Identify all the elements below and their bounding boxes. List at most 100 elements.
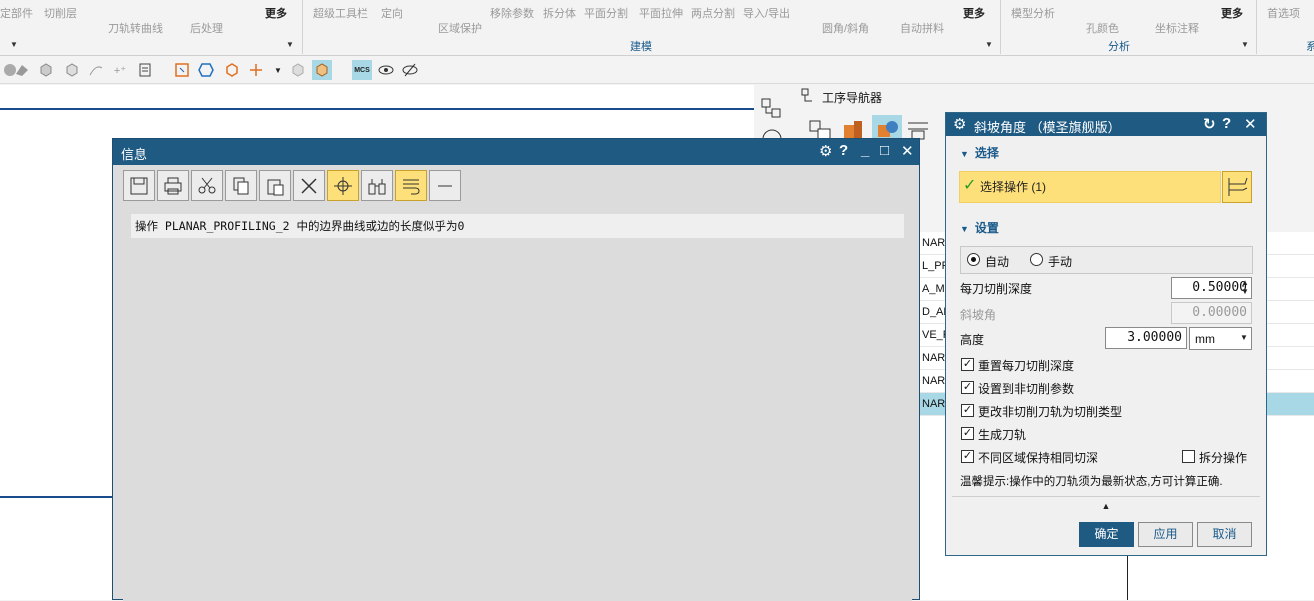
- section-header-settings[interactable]: ▼ 设置: [952, 217, 1260, 239]
- dialog-title-bar[interactable]: ⚙ 斜坡角度 （模圣旗舰版） ↻ ? ✕: [946, 113, 1266, 136]
- filter-icon[interactable]: [136, 60, 156, 80]
- select-operation-row[interactable]: ✓ 选择操作 (1): [959, 171, 1221, 203]
- caret-icon[interactable]: ▼: [1241, 40, 1249, 49]
- solid-icon[interactable]: [62, 60, 82, 80]
- select-operation-label: 选择操作 (1): [980, 180, 1047, 194]
- locate-icon[interactable]: [327, 170, 359, 201]
- divider: [302, 0, 303, 54]
- ribbon-item-postprocess[interactable]: 后处理: [190, 20, 223, 36]
- info-window: 信息 ⚙ ? _ □ ✕ 操作 PLANAR_PROFILING_2 中的边界曲…: [112, 138, 920, 601]
- cut-icon[interactable]: [191, 170, 223, 201]
- hexagon-icon[interactable]: [196, 60, 216, 80]
- radio-manual[interactable]: [1030, 253, 1043, 266]
- ribbon-item-coord-annotation[interactable]: 坐标注释: [1155, 20, 1199, 36]
- info-text-area[interactable]: [123, 238, 912, 601]
- close-icon[interactable]: ✕: [901, 142, 914, 160]
- more-button-1[interactable]: 更多: [265, 5, 287, 21]
- checkbox-split-op[interactable]: [1182, 450, 1195, 463]
- mcs-icon[interactable]: MCS: [352, 60, 372, 80]
- checkbox-change-type[interactable]: ✓: [961, 404, 974, 417]
- view-toolbar: +⁺ ▼ MCS: [0, 57, 1314, 84]
- caret-icon[interactable]: ▼: [286, 40, 294, 49]
- ribbon-item-model-analysis[interactable]: 模型分析: [1011, 5, 1055, 21]
- navigator-title: 工序导航器: [822, 91, 883, 105]
- ribbon-item-import-export[interactable]: 导入/导出: [743, 5, 790, 21]
- gear-icon[interactable]: ⚙: [953, 115, 966, 133]
- navigator-icon: [800, 87, 818, 108]
- select-operation-button[interactable]: [1222, 171, 1252, 203]
- save-icon[interactable]: [123, 170, 155, 201]
- angle-input: 0.00000: [1171, 302, 1252, 324]
- select-icon[interactable]: [172, 60, 192, 80]
- unit-select[interactable]: mm ▼: [1189, 327, 1252, 350]
- close-icon[interactable]: ✕: [1244, 115, 1257, 133]
- section-header-select[interactable]: ▼ 选择: [952, 142, 1260, 164]
- snap-icon[interactable]: [246, 60, 266, 80]
- more-button-2[interactable]: 更多: [963, 5, 985, 21]
- copy-icon[interactable]: [225, 170, 257, 201]
- collapse-arrow-icon[interactable]: ▲: [952, 496, 1260, 514]
- cube-orange-icon[interactable]: [222, 60, 242, 80]
- ribbon-item-split-body[interactable]: 拆分体: [543, 5, 576, 21]
- ribbon-item-orient[interactable]: 定向: [381, 5, 403, 21]
- checkbox-generate[interactable]: ✓: [961, 427, 974, 440]
- paste-icon[interactable]: [259, 170, 291, 201]
- apply-button[interactable]: 应用: [1138, 522, 1193, 547]
- check-label-split-op: 拆分操作: [1199, 451, 1248, 465]
- ok-button[interactable]: 确定: [1079, 522, 1134, 547]
- ribbon: 定部件 切削层 刀轨转曲线 后处理 更多 ▼ ▼ 超级工具栏 定向 区域保护 移…: [0, 0, 1314, 56]
- eye-icon[interactable]: [376, 60, 396, 80]
- help-icon[interactable]: ?: [839, 142, 848, 159]
- mode-radio-group: 自动 手动: [960, 246, 1253, 274]
- wire-icon[interactable]: [36, 60, 56, 80]
- eye-hide-icon[interactable]: [400, 60, 420, 80]
- checkbox-set-noncut[interactable]: ✓: [961, 381, 974, 394]
- check-label-same-depth: 不同区域保持相同切深: [978, 451, 1099, 465]
- chevron-down-icon[interactable]: ▼: [268, 60, 288, 80]
- ribbon-item-fillet-chamfer[interactable]: 圆角/斜角: [822, 20, 869, 36]
- ribbon-item-define-part[interactable]: 定部件: [0, 5, 33, 21]
- view-cube-icon[interactable]: [288, 60, 308, 80]
- geometry-line: [0, 108, 755, 110]
- ribbon-item-plane-extrude[interactable]: 平面拉伸: [639, 5, 683, 21]
- caret-icon[interactable]: ▼: [10, 40, 18, 49]
- checkbox-reset-depth[interactable]: ✓: [961, 358, 974, 371]
- check-label-reset-depth: 重置每刀切削深度: [978, 359, 1075, 373]
- minus-icon[interactable]: [429, 170, 461, 201]
- ribbon-item-super-toolbar[interactable]: 超级工具栏: [313, 5, 368, 21]
- info-title-bar[interactable]: 信息 ⚙ ? _ □ ✕: [113, 139, 919, 165]
- wrap-icon[interactable]: [395, 170, 427, 201]
- checkbox-same-depth[interactable]: ✓: [961, 450, 974, 463]
- ribbon-item-region-protect[interactable]: 区域保护: [438, 20, 482, 36]
- ribbon-item-auto-stock[interactable]: 自动拼料: [900, 20, 944, 36]
- cancel-button[interactable]: 取消: [1197, 522, 1252, 547]
- caret-icon[interactable]: ▼: [985, 40, 993, 49]
- maximize-icon[interactable]: □: [880, 142, 889, 159]
- reset-icon[interactable]: ↻: [1203, 115, 1216, 133]
- minimize-icon[interactable]: _: [861, 142, 869, 159]
- edge-shade-icon[interactable]: [12, 60, 32, 80]
- height-input[interactable]: 3.00000: [1105, 327, 1187, 349]
- curve-icon[interactable]: [86, 60, 106, 80]
- find-icon[interactable]: [361, 170, 393, 201]
- print-icon[interactable]: [157, 170, 189, 201]
- ribbon-item-toolpath-to-curve[interactable]: 刀轨转曲线: [108, 20, 163, 36]
- gear-icon[interactable]: ⚙: [819, 142, 832, 160]
- ribbon-item-hole-color[interactable]: 孔颜色: [1086, 20, 1119, 36]
- ribbon-item-preferences[interactable]: 首选项: [1267, 5, 1300, 21]
- spinner-icon[interactable]: ▲ ▼: [1241, 278, 1249, 296]
- ribbon-item-remove-params[interactable]: 移除参数: [490, 5, 534, 21]
- navigator-tab-icon[interactable]: [760, 97, 784, 124]
- ribbon-item-plane-split[interactable]: 平面分割: [584, 5, 628, 21]
- more-button-3[interactable]: 更多: [1221, 5, 1243, 21]
- help-icon[interactable]: ?: [1222, 115, 1231, 132]
- delete-icon[interactable]: [293, 170, 325, 201]
- point-icon[interactable]: +⁺: [110, 60, 130, 80]
- radio-auto[interactable]: [967, 253, 980, 266]
- slope-angle-dialog: ⚙ 斜坡角度 （模圣旗舰版） ↻ ? ✕ ▼ 选择 ✓ 选择操作 (1) ▼ 设置 …: [945, 112, 1267, 556]
- ribbon-item-cut-level[interactable]: 切削层: [44, 5, 77, 21]
- depth-input[interactable]: 0.50000: [1171, 277, 1252, 299]
- divider: [1256, 0, 1257, 54]
- ribbon-item-two-point-split[interactable]: 两点分割: [691, 5, 735, 21]
- view-cube-active-icon[interactable]: [312, 60, 332, 80]
